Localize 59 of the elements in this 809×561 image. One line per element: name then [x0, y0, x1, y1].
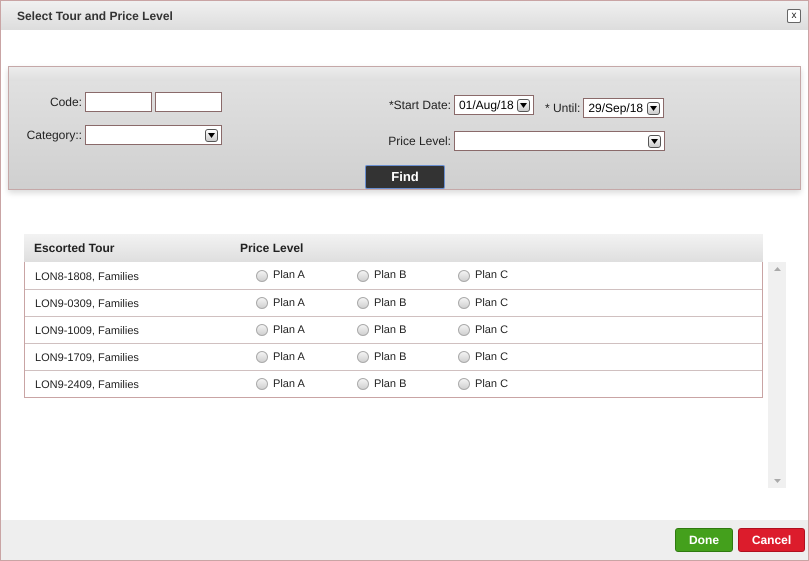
radio-button[interactable]: [357, 378, 369, 390]
tour-cell-text: LON9-1009, Families: [34, 324, 140, 340]
until-label: * Until:: [545, 100, 580, 117]
column-header: Escorted Tour: [33, 240, 116, 257]
plan-label: Plan A: [273, 268, 305, 284]
dropdown-icon[interactable]: [647, 102, 660, 114]
until-date-select[interactable]: 29/Sep/18: [583, 98, 664, 118]
plan-label: Plan A: [273, 350, 305, 365]
scrollbar[interactable]: [768, 262, 786, 488]
column-header: Price Level: [240, 240, 304, 257]
plan-label: Plan A: [273, 296, 305, 311]
plan-label: Plan A: [273, 322, 305, 338]
code-label: Code:: [48, 94, 82, 111]
plan-label: Plan C: [475, 376, 508, 392]
radio-button[interactable]: [458, 297, 470, 309]
start-date-label: *Start Date:: [388, 97, 451, 114]
code-field[interactable]: [155, 92, 222, 112]
plan-label: Plan C: [475, 322, 508, 338]
scroll-down-icon[interactable]: [774, 479, 780, 483]
plan-label: Plan B: [374, 350, 406, 365]
radio-button[interactable]: [357, 270, 369, 282]
radio-button[interactable]: [256, 270, 268, 282]
radio-button[interactable]: [357, 351, 369, 363]
dropdown-icon[interactable]: [517, 98, 530, 112]
price-level-label: Price Level:: [387, 133, 451, 150]
plan-label: Plan B: [374, 322, 406, 338]
close-button[interactable]: x: [787, 8, 801, 22]
dropdown-icon[interactable]: [205, 128, 218, 142]
radio-button[interactable]: [357, 297, 369, 309]
price-level-select[interactable]: [454, 131, 665, 151]
plan-label: Plan B: [374, 296, 406, 311]
radio-button[interactable]: [357, 324, 369, 336]
plan-label: Plan A: [273, 376, 305, 392]
radio-button[interactable]: [458, 324, 470, 336]
find-button[interactable]: Find: [365, 165, 445, 189]
radio-button[interactable]: [458, 270, 470, 282]
radio-button[interactable]: [256, 378, 268, 390]
radio-button[interactable]: [256, 297, 268, 309]
plan-label: Plan B: [374, 268, 406, 284]
category-label: Category::: [26, 127, 82, 144]
plan-label: Plan C: [475, 268, 508, 284]
radio-button[interactable]: [458, 378, 470, 390]
tour-cell-text: LON8-1808, Families: [34, 270, 140, 285]
cancel-button[interactable]: Cancel: [738, 528, 805, 552]
plan-label: Plan C: [475, 296, 508, 311]
start-date-select[interactable]: 01/Aug/18: [454, 95, 534, 115]
plan-label: Plan C: [475, 350, 508, 365]
tour-cell-text: LON9-0309, Families: [34, 297, 140, 312]
dropdown-icon[interactable]: [648, 134, 661, 148]
category-select[interactable]: [85, 125, 222, 145]
radio-button[interactable]: [458, 351, 470, 363]
plan-label: Plan B: [374, 376, 406, 392]
tour-cell-text: LON9-1709, Families: [34, 351, 140, 366]
scroll-up-icon[interactable]: [774, 267, 780, 271]
tour-cell-text: LON9-2409, Families: [34, 378, 140, 394]
window-title: Select Tour and Price Level: [17, 8, 173, 24]
radio-button[interactable]: [256, 324, 268, 336]
radio-button[interactable]: [256, 351, 268, 363]
code-field[interactable]: [85, 92, 152, 112]
